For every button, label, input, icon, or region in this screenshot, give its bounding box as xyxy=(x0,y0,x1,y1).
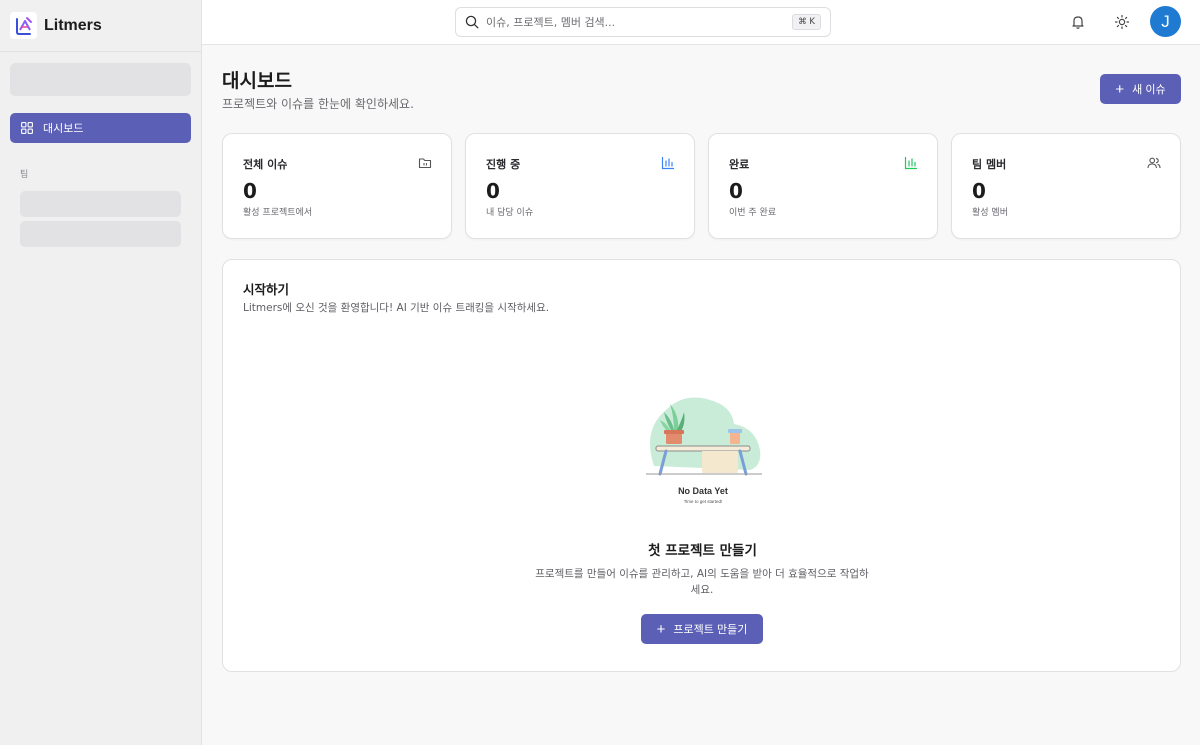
empty-state-illustration: No Data Yet Time to get started! xyxy=(646,397,762,504)
search-placeholder: 이슈, 프로젝트, 멤버 검색... xyxy=(486,16,616,29)
stat-note: 활성 프로젝트에서 xyxy=(243,208,313,218)
bell-icon[interactable] xyxy=(1070,14,1086,30)
stat-label: 팀 멤버 xyxy=(972,158,1007,171)
page-title: 대시보드 xyxy=(222,70,292,92)
stat-label: 진행 중 xyxy=(486,158,521,171)
getting-started-panel: 시작하기 Litmers에 오신 것을 환영합니다! AI 기반 이슈 트래킹을… xyxy=(222,259,1181,672)
stat-note: 내 담당 이슈 xyxy=(486,208,534,218)
page-subtitle: 프로젝트와 이슈를 한눈에 확인하세요. xyxy=(222,97,414,111)
app-logo-icon xyxy=(10,12,37,39)
stat-label: 전체 이슈 xyxy=(243,158,288,171)
avatar[interactable]: J xyxy=(1150,6,1181,37)
stat-label: 완료 xyxy=(729,158,750,171)
panel-subtitle: Litmers에 오신 것을 환영합니다! AI 기반 이슈 트래킹을 시작하세… xyxy=(243,302,550,314)
empty-state-title: 첫 프로젝트 만들기 xyxy=(648,543,757,559)
stat-value: 0 xyxy=(486,179,500,203)
bar-chart-icon xyxy=(904,156,918,170)
plus-icon: + xyxy=(656,620,666,638)
app-name: Litmers xyxy=(44,16,102,34)
stat-card-completed: 완료 0 이번 주 완료 xyxy=(708,133,938,239)
folder-icon xyxy=(418,158,432,169)
stat-value: 0 xyxy=(243,179,257,203)
search-shortcut-badge: ⌘ K xyxy=(792,14,821,30)
grid-icon xyxy=(21,122,33,134)
search-input[interactable]: 이슈, 프로젝트, 멤버 검색... ⌘ K xyxy=(455,7,831,37)
stat-card-team-members: 팀 멤버 0 활성 멤버 xyxy=(951,133,1181,239)
create-project-label: 프로젝트 만들기 xyxy=(673,624,748,636)
team-item-skeleton xyxy=(20,221,181,247)
sidebar: Litmers 대시보드 팀 xyxy=(0,0,202,745)
illustration-title: No Data Yet xyxy=(678,486,728,496)
team-item-skeleton xyxy=(20,191,181,217)
sidebar-item-label: 대시보드 xyxy=(43,122,84,135)
project-selector-skeleton xyxy=(10,63,191,96)
stat-value: 0 xyxy=(972,179,986,203)
brand[interactable]: Litmers xyxy=(0,0,201,52)
bar-chart-icon xyxy=(661,156,675,170)
stat-card-total-issues: 전체 이슈 0 활성 프로젝트에서 xyxy=(222,133,452,239)
stat-note: 이번 주 완료 xyxy=(729,208,777,218)
panel-title: 시작하기 xyxy=(243,282,290,297)
illustration-subtitle: Time to get started! xyxy=(684,499,723,504)
new-issue-label: 새 이슈 xyxy=(1132,84,1166,96)
stat-card-in-progress: 진행 중 0 내 담당 이슈 xyxy=(465,133,695,239)
topbar: 이슈, 프로젝트, 멤버 검색... ⌘ K J xyxy=(202,0,1200,45)
team-section-label: 팀 xyxy=(20,170,29,180)
create-project-button[interactable]: + 프로젝트 만들기 xyxy=(641,614,763,644)
sidebar-item-dashboard[interactable]: 대시보드 xyxy=(10,113,191,143)
plus-icon: + xyxy=(1115,80,1125,98)
stat-value: 0 xyxy=(729,179,743,203)
users-icon xyxy=(1147,157,1161,169)
stat-note: 활성 멤버 xyxy=(972,208,1008,218)
search-icon xyxy=(465,15,479,29)
sun-icon[interactable] xyxy=(1114,14,1130,30)
new-issue-button[interactable]: + 새 이슈 xyxy=(1100,74,1181,104)
empty-state-description: 프로젝트를 만들어 이슈를 관리하고, AI의 도움을 받아 더 효율적으로 작… xyxy=(535,568,869,596)
